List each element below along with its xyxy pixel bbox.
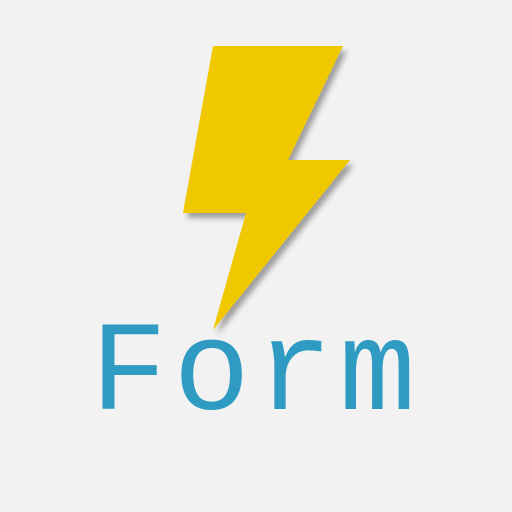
- app-logo: Form: [0, 0, 512, 512]
- bolt-shape: [183, 46, 350, 330]
- logo-wordmark: Form: [90, 303, 422, 448]
